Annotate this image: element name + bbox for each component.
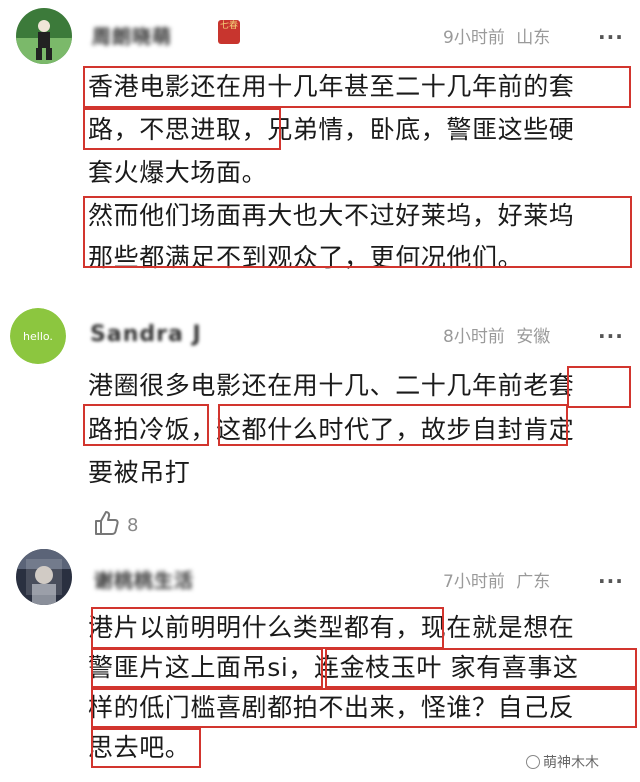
- watermark-text: 萌神木木: [543, 755, 599, 771]
- comment-text-line: 要被吊打: [88, 458, 191, 487]
- comment-text-line: 那些都满足不到观众了，更何况他们。: [88, 243, 524, 272]
- comment-1: 周朗晓萌 七春 9小时前 山东 ··· 香港电影还在用十几年甚至二十几年前的套 …: [0, 0, 640, 300]
- comment-meta: 7小时前 广东: [443, 567, 550, 592]
- avatar[interactable]: hello.: [10, 308, 66, 364]
- like-button[interactable]: 8: [93, 509, 138, 542]
- comment-text-line: 港圈很多电影还在用十几、二十几年前老套: [88, 371, 575, 400]
- watermark-logo-icon: [526, 755, 540, 769]
- comment-text-line: 警匪片这上面吊si，连金枝玉叶 家有喜事这: [88, 653, 579, 682]
- thumbs-up-icon: [93, 509, 121, 542]
- comment-text-line: 思去吧。: [88, 733, 191, 762]
- comment-meta: 8小时前 安徽: [443, 322, 550, 347]
- comment-text-line: 港片以前明明什么类型都有，现在就是想在: [88, 613, 575, 642]
- comment-text-line: 然而他们场面再大也大不过好莱坞，好莱坞: [88, 201, 575, 230]
- like-count: 8: [127, 515, 139, 536]
- user-badge: 七春: [218, 20, 240, 44]
- comment-time: 8小时前: [443, 327, 505, 347]
- comment-location: 安徽: [516, 327, 551, 347]
- comment-3: 谢桃桃生活 7小时前 广东 ··· 港片以前明明什么类型都有，现在就是想在 警匪…: [0, 545, 640, 782]
- watermark: 萌神木木: [526, 752, 599, 772]
- comment-text-line: 路，不思进取，兄弟情，卧底，警匪这些硬: [88, 115, 575, 144]
- more-dots-icon[interactable]: ···: [598, 27, 624, 47]
- username[interactable]: 谢桃桃生活: [94, 566, 194, 593]
- avatar-text: hello.: [23, 330, 53, 343]
- comment-location: 广东: [516, 572, 551, 592]
- comment-time: 7小时前: [443, 572, 505, 592]
- avatar[interactable]: [16, 549, 72, 605]
- comment-meta: 9小时前 山东: [443, 23, 550, 48]
- comment-text-line: 样的低门槛喜剧都拍不出来，怪谁？自己反: [88, 693, 575, 722]
- more-dots-icon[interactable]: ···: [598, 571, 624, 591]
- comment-time: 9小时前: [443, 28, 505, 48]
- avatar[interactable]: [16, 8, 72, 64]
- username[interactable]: 周朗晓萌: [92, 22, 172, 49]
- highlight-box: [567, 366, 631, 408]
- comment-location: 山东: [516, 28, 551, 48]
- comment-text-line: 路拍冷饭，这都什么时代了，故步自封肯定: [88, 415, 575, 444]
- comment-text-line: 套火爆大场面。: [88, 158, 268, 187]
- username[interactable]: Sandra J: [90, 322, 202, 347]
- more-dots-icon[interactable]: ···: [598, 326, 624, 346]
- comment-text-line: 香港电影还在用十几年甚至二十几年前的套: [88, 72, 575, 101]
- comment-2: hello. Sandra J 8小时前 安徽 ··· 港圈很多电影还在用十几、…: [0, 300, 640, 545]
